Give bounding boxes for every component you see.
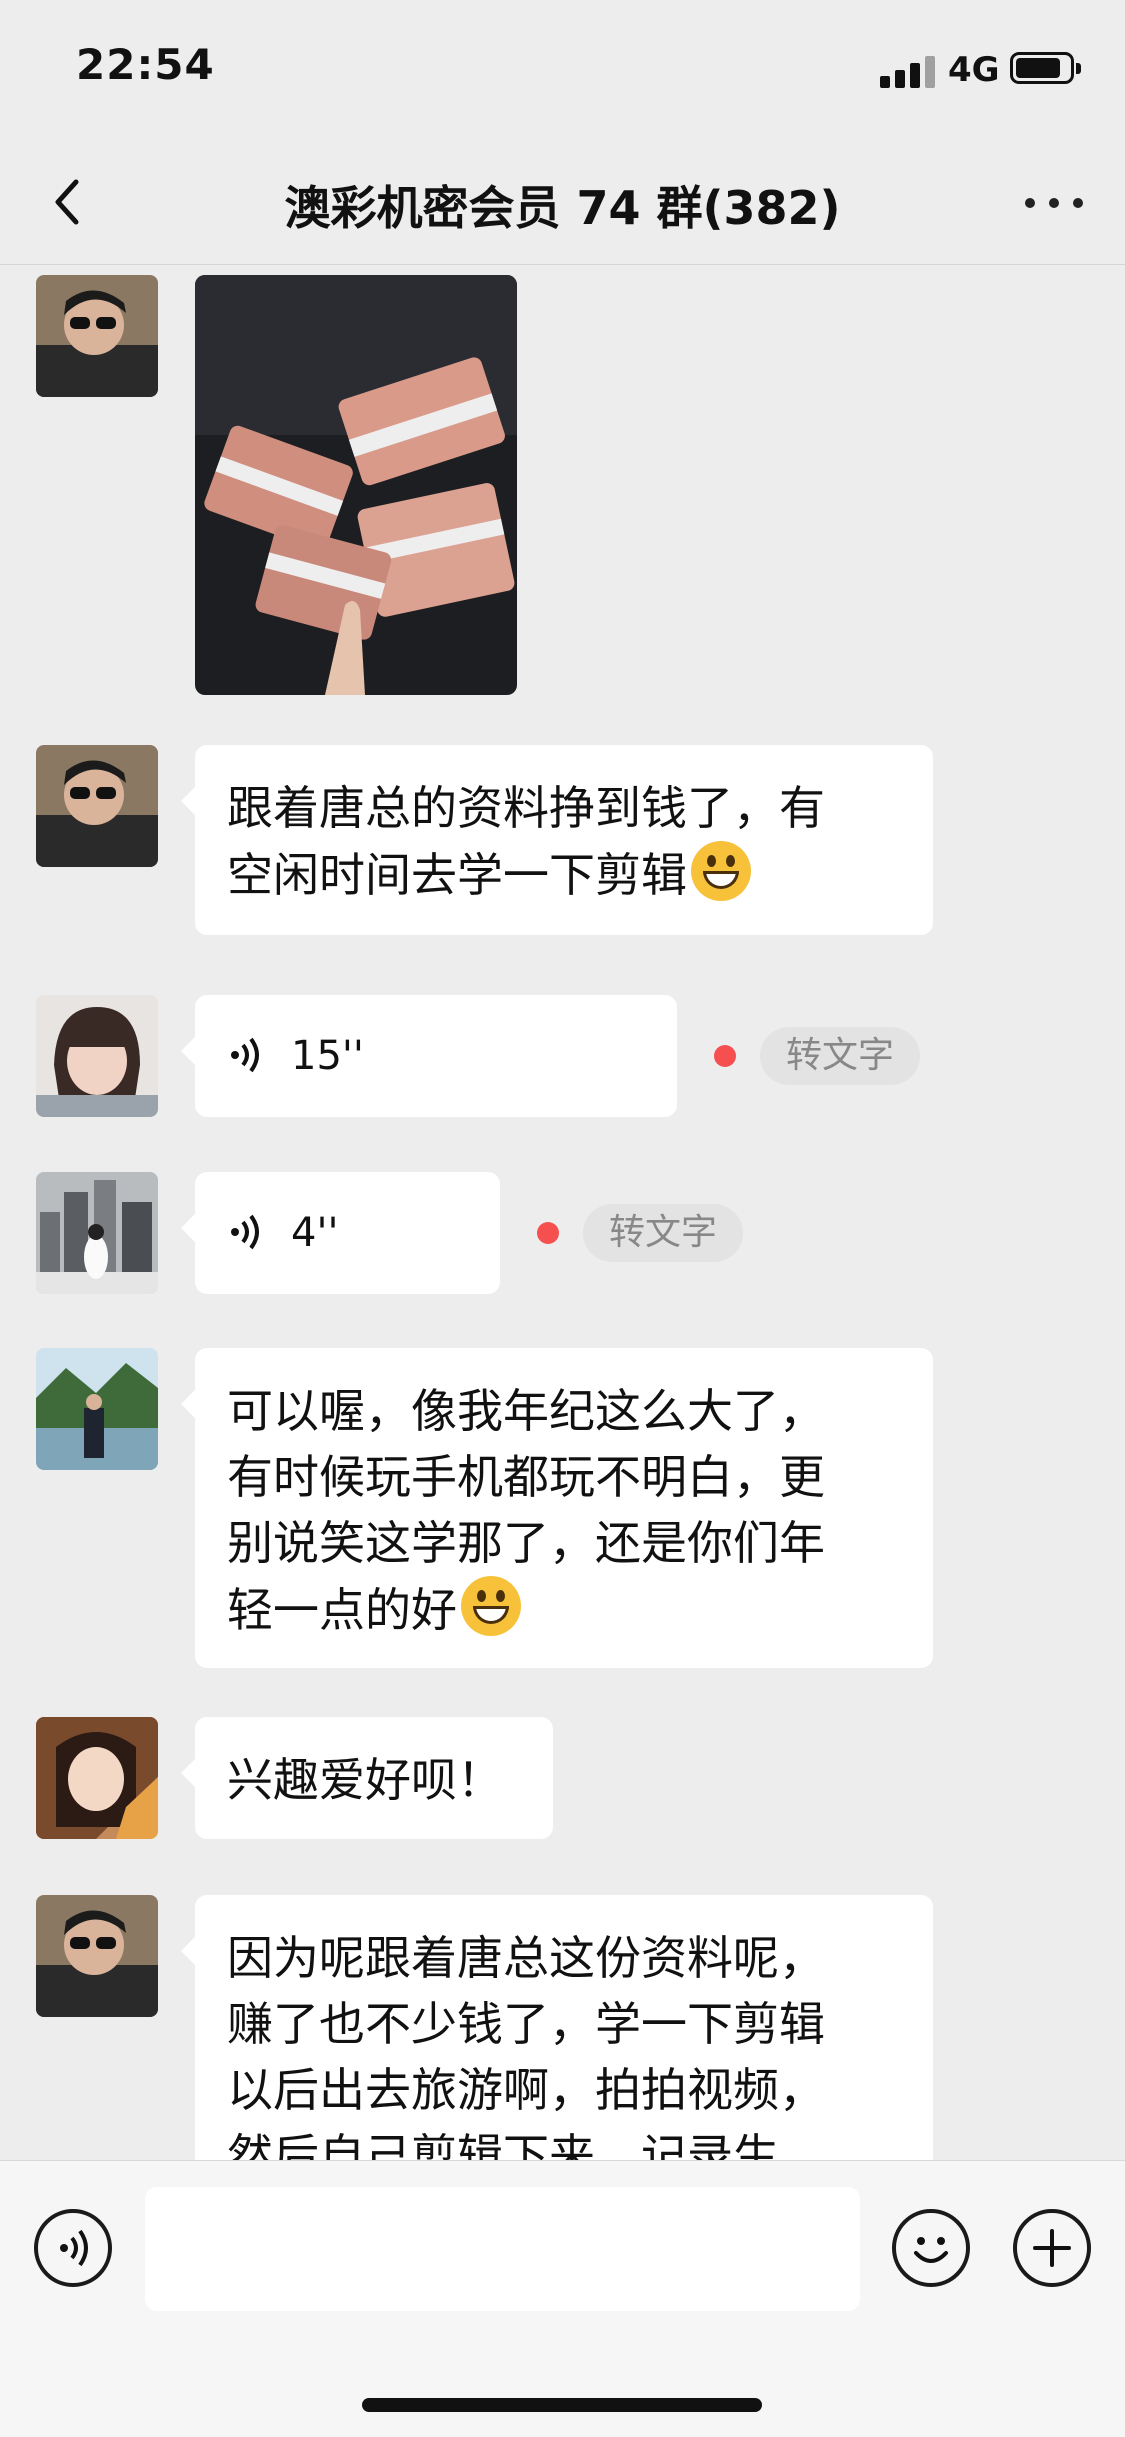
message-bubble[interactable]: 跟着唐总的资料挣到钱了，有 空闲时间去学一下剪辑 [181,745,933,935]
chat-message-list[interactable]: 跟着唐总的资料挣到钱了，有 空闲时间去学一下剪辑 15'' 转文字 4'' 转文… [0,265,1125,2160]
voice-wave-icon [231,1214,259,1250]
voice-wave-icon [60,2229,88,2267]
avatar-woman-icon[interactable] [36,1717,158,1839]
avatar-city-icon[interactable] [36,1172,158,1294]
chat-title: 澳彩机密会员 74 群(382) [284,181,841,235]
message-bubble[interactable]: 因为呢跟着唐总这份资料呢， 赚了也不少钱了，学一下剪辑 以后出去旅游啊，拍拍视频… [181,1895,933,2160]
network-type: 4G [948,50,1000,90]
battery-icon [1010,52,1081,84]
to-text-button[interactable]: 转文字 [760,1027,921,1085]
message-line: 轻一点的好 [227,1576,901,1643]
message-text: 可以喔，像我年纪这么大了， 有时候玩手机都玩不明白，更 别说笑这学那了，还是你们… [0,1338,1125,1668]
status-time: 22:54 [76,40,215,89]
message-text: 因为呢跟着唐总这份资料呢， 赚了也不少钱了，学一下剪辑 以后出去旅游啊，拍拍视频… [0,1885,1125,2160]
message-line: 以后出去旅游啊，拍拍视频， [227,2063,825,2117]
avatar-man-sunglasses-icon[interactable] [36,275,158,397]
message-line: 别说笑这学那了，还是你们年 [227,1516,825,1570]
more-options-button[interactable] [1019,176,1089,226]
unread-dot [537,1222,559,1244]
emoji-button[interactable] [892,2209,970,2287]
message-bubble[interactable]: 兴趣爱好呗！ [181,1717,553,1839]
nav-bar: 澳彩机密会员 74 群(382) [0,140,1125,265]
message-text: 兴趣爱好呗！ [0,1707,1125,1842]
message-input[interactable] [145,2187,860,2311]
message-text: 跟着唐总的资料挣到钱了，有 空闲时间去学一下剪辑 [0,735,1125,935]
avatar-child-icon[interactable] [36,995,158,1117]
message-voice: 15'' 转文字 [0,985,1125,1120]
unread-dot [714,1045,736,1067]
voice-bubble[interactable]: 4'' [181,1172,500,1294]
cellular-signal-icon [880,54,936,88]
plus-icon [1033,2229,1071,2267]
message-line: 可以喔，像我年纪这么大了， [227,1384,825,1438]
photo-cash-stacks-icon[interactable] [195,275,517,695]
voice-duration: 15'' [291,1033,364,1079]
voice-wave-icon [231,1037,259,1073]
more-actions-button[interactable] [1013,2209,1091,2287]
status-bar: 22:54 4G [0,0,1125,140]
smile-emoji-icon [461,1576,521,1636]
emoji-face-icon [914,2237,948,2263]
avatar-man-sunglasses-icon[interactable] [36,1895,158,2017]
message-image [0,265,1125,705]
message-line: 兴趣爱好呗！ [227,1753,503,1807]
message-bubble[interactable]: 可以喔，像我年纪这么大了， 有时候玩手机都玩不明白，更 别说笑这学那了，还是你们… [181,1348,933,1668]
message-line: 然后自己剪辑下来，记录生 [227,2129,779,2160]
voice-input-button[interactable] [34,2209,112,2287]
home-indicator [362,2398,762,2412]
message-line: 跟着唐总的资料挣到钱了，有 [227,781,825,835]
avatar-man-sunglasses-icon[interactable] [36,745,158,867]
message-voice: 4'' 转文字 [0,1162,1125,1297]
to-text-button[interactable]: 转文字 [583,1204,744,1262]
grin-emoji-icon [691,841,751,901]
message-line: 空闲时间去学一下剪辑 [227,841,901,908]
voice-bubble[interactable]: 15'' [181,995,677,1117]
message-line: 赚了也不少钱了，学一下剪辑 [227,1997,825,2051]
voice-duration: 4'' [291,1210,339,1256]
message-line: 因为呢跟着唐总这份资料呢， [227,1931,825,1985]
input-bar [0,2160,1125,2437]
message-line: 有时候玩手机都玩不明白，更 [227,1450,825,1504]
avatar-landscape-man-icon[interactable] [36,1348,158,1470]
